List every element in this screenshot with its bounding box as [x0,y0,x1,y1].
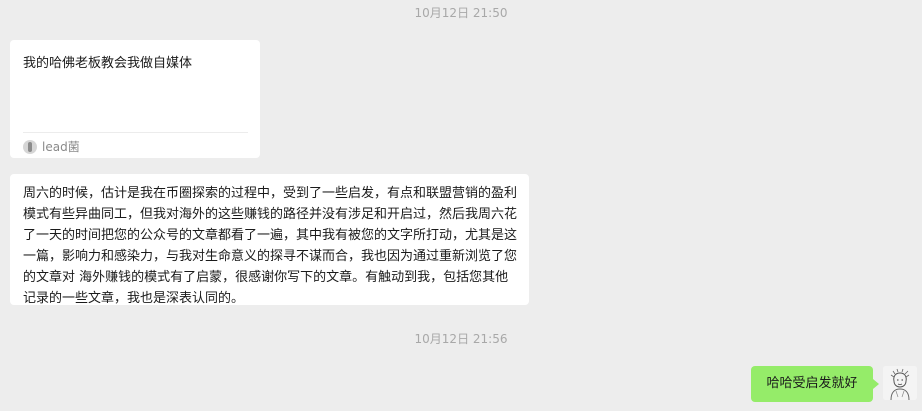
article-link-card[interactable]: 我的哈佛老板教会我做自媒体 lead菌 [10,40,260,158]
outgoing-message-bubble[interactable]: 哈哈受启发就好 [751,366,879,402]
article-title: 我的哈佛老板教会我做自媒体 [23,56,193,71]
source-avatar-icon [23,139,37,154]
avatar-sketch-icon [883,366,917,400]
card-divider [23,132,248,133]
source-name: lead菌 [42,140,80,154]
timestamp: 10月12日 21:50 [414,6,508,20]
user-avatar-icon[interactable] [883,366,917,400]
article-source: lead菌 [23,138,80,155]
incoming-message-text: 周六的时候，估计是我在币圈探索的过程中，受到了一些启发，有点和联盟营销的盈利模式… [23,186,518,306]
incoming-message-bubble[interactable]: 周六的时候，估计是我在币圈探索的过程中，受到了一些启发，有点和联盟营销的盈利模式… [10,174,529,306]
timestamp: 10月12日 21:56 [414,332,508,346]
